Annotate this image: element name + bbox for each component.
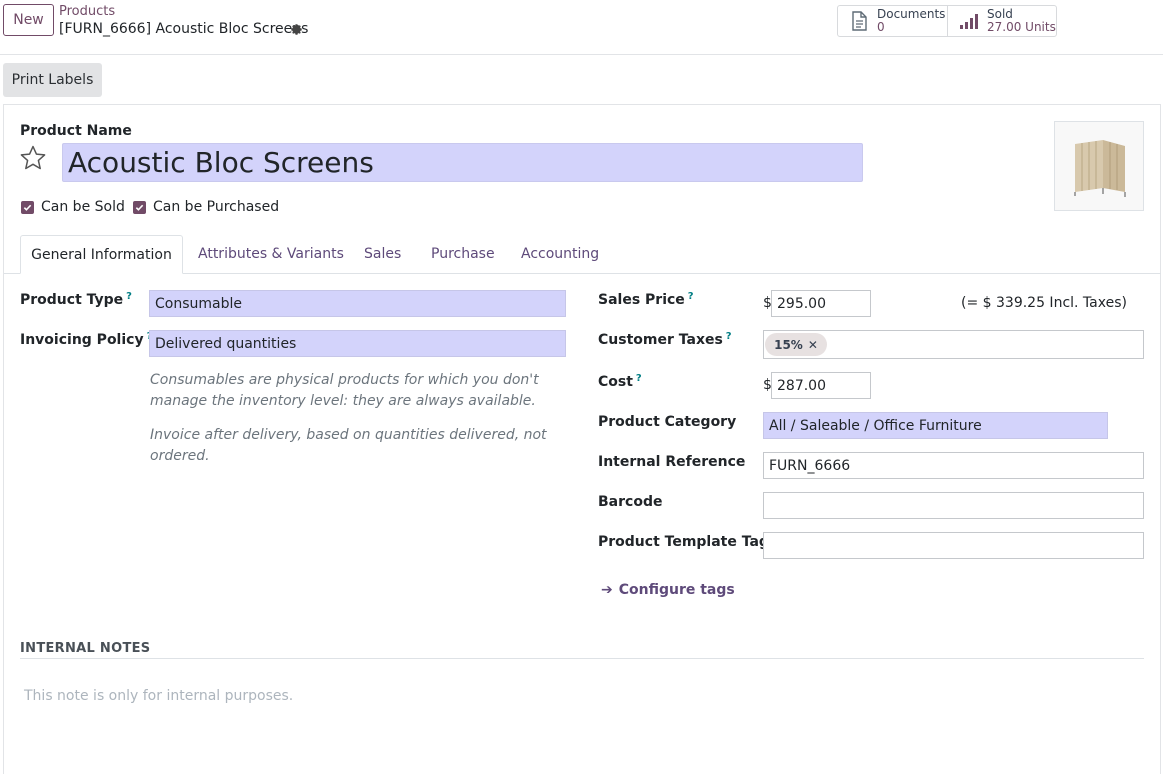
product-category-select[interactable]: All / Saleable / Office Furniture (763, 412, 1108, 439)
help-tooltip-icon[interactable]: ? (688, 291, 694, 302)
price-incl-taxes: (= $ 339.25 Incl. Taxes) (961, 295, 1127, 311)
can-be-sold-label[interactable]: Can be Sold (41, 199, 125, 215)
product-name-input[interactable] (62, 143, 863, 182)
help-tooltip-icon[interactable]: ? (636, 373, 642, 384)
checkmark-icon (23, 204, 32, 211)
barcode-input[interactable] (763, 492, 1144, 519)
internal-notes-title: INTERNAL NOTES (20, 641, 151, 656)
sales-price-input[interactable]: 295.00 (771, 290, 871, 317)
sold-value: 27.00 Units (987, 20, 1056, 34)
cost-label-text: Cost (598, 374, 633, 390)
new-button[interactable]: New (3, 4, 54, 36)
configure-tags-link[interactable]: ➔ Configure tags (601, 582, 735, 598)
product-type-label: Product Type? (20, 291, 132, 308)
customer-taxes-label: Customer Taxes? (598, 331, 732, 348)
gear-icon[interactable] (290, 23, 303, 36)
customer-taxes-label-text: Customer Taxes (598, 332, 723, 348)
product-category-label: Product Category (598, 414, 737, 430)
internal-notes-editor[interactable]: This note is only for internal purposes. (24, 688, 293, 704)
internal-reference-label: Internal Reference (598, 454, 746, 470)
product-template-tags-label: Product Template Tags (598, 534, 778, 550)
configure-tags-label: Configure tags (618, 582, 735, 598)
tax-tag: 15% ✕ (765, 333, 827, 356)
documents-smart-button[interactable]: Documents 0 (837, 5, 948, 37)
control-panel-divider (0, 54, 1163, 55)
product-name-label: Product Name (20, 123, 132, 139)
help-tooltip-icon[interactable]: ? (726, 331, 732, 342)
documents-count: 0 (877, 20, 885, 34)
breadcrumb-parent-link[interactable]: Products (59, 4, 115, 19)
remove-tag-icon[interactable]: ✕ (808, 338, 818, 352)
product-image[interactable] (1054, 121, 1144, 211)
tab-attributes-variants[interactable]: Attributes & Variants (198, 246, 344, 262)
help-tooltip-icon[interactable]: ? (126, 291, 132, 302)
tab-purchase[interactable]: Purchase (431, 246, 495, 262)
cost-label: Cost? (598, 373, 642, 390)
internal-notes-divider (20, 658, 1144, 659)
arrow-right-icon: ➔ (601, 582, 613, 598)
document-icon (852, 11, 867, 31)
documents-label: Documents (877, 7, 946, 21)
tax-tag-label: 15% (774, 337, 803, 352)
can-be-purchased-label[interactable]: Can be Purchased (153, 199, 279, 215)
checkmark-icon (135, 204, 144, 211)
sold-smart-button[interactable]: Sold 27.00 Units (947, 5, 1057, 37)
sales-price-label: Sales Price? (598, 291, 694, 308)
invoicing-policy-select[interactable]: Delivered quantities (149, 330, 566, 357)
tab-accounting[interactable]: Accounting (521, 246, 599, 262)
product-template-tags-input[interactable] (763, 532, 1144, 559)
invoicing-policy-label: Invoicing Policy? (20, 331, 152, 348)
consumable-hint: Consumables are physical products for wh… (150, 372, 539, 409)
signal-bars-icon (960, 14, 978, 29)
screen-product-picture (1074, 140, 1126, 197)
sales-price-label-text: Sales Price (598, 292, 685, 308)
internal-reference-input[interactable]: FURN_6666 (763, 452, 1144, 479)
cost-input[interactable]: 287.00 (771, 372, 871, 399)
print-labels-button[interactable]: Print Labels (3, 63, 102, 97)
tab-sales[interactable]: Sales (364, 246, 401, 262)
invoicing-hint: Invoice after delivery, based on quantit… (150, 427, 547, 464)
star-icon[interactable] (19, 144, 47, 172)
product-type-label-text: Product Type (20, 292, 124, 308)
breadcrumb-current: [FURN_6666] Acoustic Bloc Screens (59, 21, 309, 37)
can-be-purchased-checkbox[interactable] (133, 201, 146, 214)
product-type-select[interactable]: Consumable (149, 290, 566, 317)
invoicing-policy-label-text: Invoicing Policy (20, 332, 144, 348)
barcode-label: Barcode (598, 494, 663, 510)
can-be-sold-checkbox[interactable] (21, 201, 34, 214)
tab-general-information[interactable]: General Information (20, 235, 183, 274)
